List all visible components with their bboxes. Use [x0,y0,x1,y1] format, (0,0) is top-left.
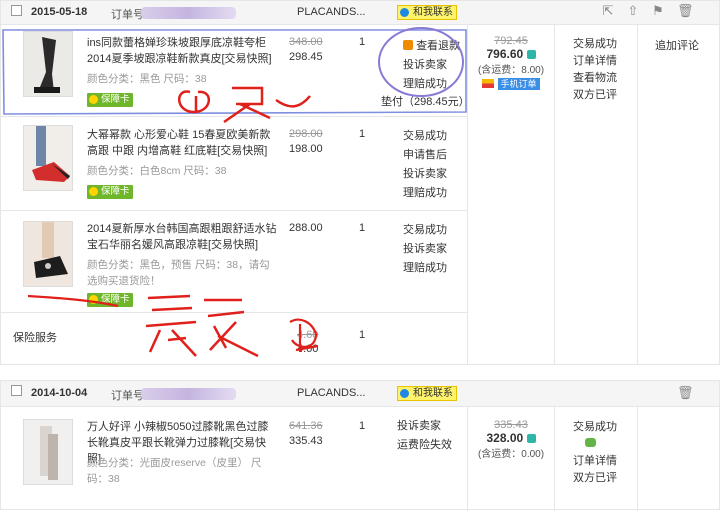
view-refund-link[interactable]: 查看退款 [403,37,460,56]
order-card: 2015-05-18 订单号: PLACANDS... 和我联系 ⇱ ⇧ ⚑ 🗑… [0,0,720,365]
both-rated-link[interactable]: 双方已评 [573,470,617,487]
trade-status: 交易成功 [403,130,447,142]
shipping-fee: (含运费：8.00) [477,65,545,76]
product-thumbnail[interactable] [23,419,73,485]
claim-status: 理赔成功 [403,262,447,274]
detail-icon [526,50,536,59]
both-rated-link[interactable]: 双方已评 [573,87,617,104]
item-operations: 交易成功 投诉卖家 理赔成功 [403,221,447,278]
order-date: 2015-05-18 [31,6,88,18]
upload-icon[interactable]: ⇧ [626,4,640,18]
insurance-quantity: 1 [359,329,366,341]
order-item-row: 大幂幂款 心形爱心鞋 15春夏欧美新款 高跟 中跟 内增高鞋 红底鞋[交易快照]… [1,117,467,211]
complain-seller-link[interactable]: 投诉卖家 [403,165,447,184]
total-original: 335.43 [494,419,528,431]
trash-icon[interactable]: 🗑 [677,4,694,18]
order-status-column: 交易成功 订单详情 双方已评 [573,419,617,487]
item-operations: 投诉卖家 运费险失效 [397,417,452,455]
flag-icon[interactable]: ⚑ [651,4,665,18]
unit-price: 198.00 [289,143,323,155]
order-item-row: ins同款蕾格婵珍珠坡跟厚底凉鞋夸柜2014夏季坡跟凉鞋新款真皮[交易快照] 颜… [1,25,470,117]
unit-price: 298.45 [289,51,323,63]
quantity: 1 [359,128,366,140]
order-card: 2014-10-04 订单号: PLACANDS... 和我联系 🗑 万人好评 … [0,380,720,511]
shop-name-link[interactable]: PLACANDS... [297,6,365,18]
order-header: 2015-05-18 订单号: PLACANDS... 和我联系 ⇱ ⇧ ⚑ 🗑 [1,1,719,25]
unit-price: 335.43 [289,435,323,447]
order-detail-link[interactable]: 订单详情 [573,53,617,70]
original-price: 298.00 [289,128,323,140]
shipping-insurance-status: 运费险失效 [397,439,452,451]
insurance-label: 保险服务 [13,332,57,344]
order-detail-link[interactable]: 订单详情 [573,453,617,470]
product-thumbnail[interactable] [23,221,73,287]
guarantee-card-badge: 保障卡 [87,93,133,107]
product-title-link[interactable]: ins同款蕾格婵珍珠坡跟厚底凉鞋夸柜2014夏季坡跟凉鞋新款真皮[交易快照] [87,35,277,67]
product-title-link[interactable]: 2014夏新厚水台韩国高跟粗跟舒适水钻宝石华丽名媛风高跟凉鞋[交易快照] [87,221,277,253]
product-attributes: 颜色分类：光面皮reserve（皮里） 尺码：38 [87,457,262,485]
mobile-order-tag: 手机订单 [497,78,540,90]
claim-status: 理赔成功 [403,78,447,90]
order-item-row: 万人好评 小辣椒5050过膝靴黑色过膝长靴真皮平跟长靴弹力过膝靴[交易快照] 颜… [1,407,467,511]
item-operations: 交易成功 申请售后 投诉卖家 理赔成功 [403,127,447,203]
original-price: 348.00 [289,36,323,48]
item-operations: 查看退款 投诉卖家 理赔成功 [403,37,460,94]
total-original: 792.45 [494,35,528,47]
unit-price: 288.00 [289,222,323,234]
product-attributes: 颜色分类：黑色 尺码：38 [87,73,207,85]
order-number-redacted [141,388,236,400]
apply-after-sales-link[interactable]: 申请售后 [403,146,447,165]
product-thumbnail[interactable] [23,31,73,97]
quantity: 1 [359,420,366,432]
refund-icon [403,40,413,50]
insurance-price: 4.60 [297,343,319,355]
total-paid: 796.60 [471,47,551,61]
guarantee-card-badge: 保障卡 [87,185,133,199]
product-attributes: 颜色分类：黑色，预售 尺码：38，请勾选购买退货险！ [87,259,270,287]
complain-seller-link[interactable]: 投诉卖家 [397,417,452,436]
total-paid: 328.00 [471,431,551,445]
insurance-original-price: 4.60 [297,329,319,341]
order-checkbox[interactable] [11,5,22,16]
claim-status: 理赔成功 [403,187,447,199]
shop-name-link[interactable]: PLACANDS... [297,387,365,399]
order-status: 交易成功 [573,38,617,50]
guarantee-card-badge: 保障卡 [87,293,133,307]
order-checkbox[interactable] [11,385,22,396]
original-price: 641.36 [289,420,323,432]
advance-payment-note: 垫付（298.45元） [381,96,470,108]
order-total: 792.45 796.60 (含运费：8.00) 手机订单 [471,35,551,90]
order-header: 2014-10-04 订单号: PLACANDS... 和我联系 🗑 [1,381,719,407]
trash-icon[interactable]: 🗑 [677,386,694,400]
contact-seller-button[interactable]: 和我联系 [397,5,457,20]
view-logistics-link[interactable]: 查看物流 [573,70,617,87]
quantity: 1 [359,36,366,48]
product-attributes: 颜色分类：白色8cm 尺码：38 [87,165,227,177]
quantity: 1 [359,222,366,234]
complain-seller-link[interactable]: 投诉卖家 [403,56,460,75]
trade-status: 交易成功 [403,224,447,236]
insurance-row: 保险服务 4.60 4.60 1 [1,313,467,365]
flag-icon [482,79,495,88]
chat-icon[interactable] [573,436,617,453]
order-number-redacted [141,7,236,19]
share-icon[interactable]: ⇱ [601,4,615,18]
order-status-column: 交易成功 订单详情 查看物流 双方已评 [573,36,617,104]
product-title-link[interactable]: 大幂幂款 心形爱心鞋 15春夏欧美新款 高跟 中跟 内增高鞋 红底鞋[交易快照] [87,127,277,159]
complain-seller-link[interactable]: 投诉卖家 [403,240,447,259]
order-total: 335.43 328.00 (含运费：0.00) [471,419,551,460]
detail-icon [526,434,536,443]
order-item-row: 2014夏新厚水台韩国高跟粗跟舒适水钻宝石华丽名媛风高跟凉鞋[交易快照] 颜色分… [1,211,467,313]
order-status: 交易成功 [573,421,617,433]
order-date: 2014-10-04 [31,387,88,399]
contact-seller-button[interactable]: 和我联系 [397,386,457,401]
product-thumbnail[interactable] [23,125,73,191]
append-review-link[interactable]: 追加评论 [655,37,699,53]
shipping-fee: (含运费：0.00) [477,449,545,460]
